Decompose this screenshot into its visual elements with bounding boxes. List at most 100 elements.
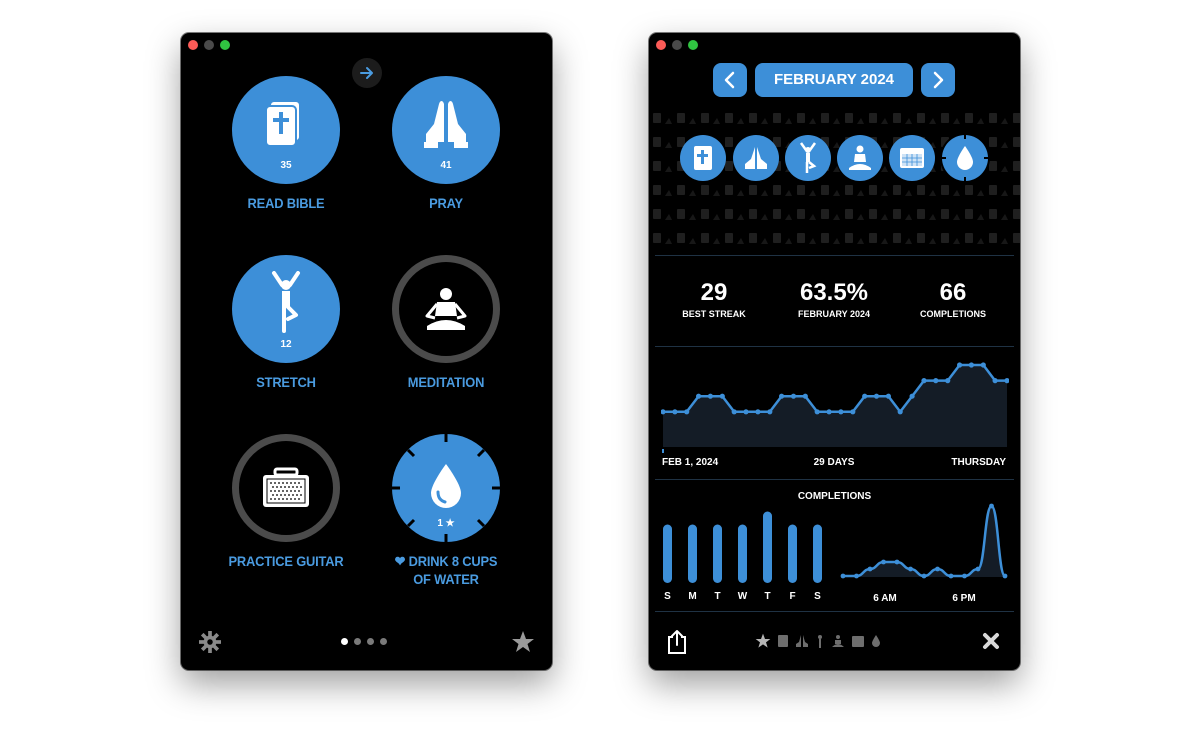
month-title: FEBRUARY 2024 xyxy=(755,63,913,97)
hourly-point xyxy=(1002,573,1008,579)
streak-point xyxy=(814,409,820,415)
streak-point xyxy=(980,362,986,368)
weekday-label: T xyxy=(714,591,721,602)
streak-point xyxy=(719,393,725,399)
filter-stretch-button[interactable] xyxy=(785,135,831,181)
hourly-point xyxy=(975,566,981,572)
divider xyxy=(655,346,1014,347)
streak-point xyxy=(767,409,773,415)
window-controls xyxy=(656,40,698,50)
yoga-pose-icon[interactable] xyxy=(815,633,825,649)
page-dot[interactable] xyxy=(380,638,387,645)
habit-label: PRACTICE GUITAR xyxy=(228,553,344,569)
habit-stretch-button[interactable]: 12 xyxy=(232,255,340,363)
star-icon[interactable] xyxy=(755,633,771,649)
habit-label: OF WATER xyxy=(413,571,479,587)
share-icon[interactable] xyxy=(666,629,688,655)
weekday-label: M xyxy=(688,591,697,602)
weekday-bar xyxy=(688,524,697,583)
page-dot-active[interactable] xyxy=(341,638,348,645)
minimize-window-button[interactable] xyxy=(672,40,682,50)
previous-month-button[interactable] xyxy=(713,63,747,97)
habit-meditation-button[interactable] xyxy=(392,255,500,363)
habit-count: 41 xyxy=(440,160,452,171)
habit-drink-water-button[interactable]: 1 ★ xyxy=(392,434,500,542)
zoom-window-button[interactable] xyxy=(220,40,230,50)
divider xyxy=(655,611,1014,612)
calendar-icon[interactable] xyxy=(851,635,865,648)
completions-title: COMPLETIONS xyxy=(797,491,872,502)
amplifier-icon xyxy=(263,467,309,507)
gear-icon[interactable] xyxy=(199,631,221,653)
streak-point xyxy=(885,393,891,399)
close-window-button[interactable] xyxy=(188,40,198,50)
streak-point xyxy=(968,362,974,368)
filter-pray-button[interactable] xyxy=(733,135,779,181)
time-label-6am: 6 AM xyxy=(873,593,897,604)
month-percent-label: FEBRUARY 2024 xyxy=(797,309,871,319)
hourly-point xyxy=(840,573,846,579)
weekday-label: S xyxy=(814,591,821,602)
close-x-icon[interactable] xyxy=(982,632,1000,650)
streak-point xyxy=(707,393,713,399)
next-month-button[interactable] xyxy=(921,63,955,97)
habit-pray-button[interactable]: 41 xyxy=(392,76,500,184)
divider xyxy=(655,479,1014,480)
filter-calendar-button[interactable] xyxy=(889,135,935,181)
filter-water-button[interactable] xyxy=(942,135,988,181)
chevron-right-icon xyxy=(933,71,944,89)
streak-point xyxy=(826,409,832,415)
streak-point xyxy=(743,409,749,415)
habit-practice-guitar-button[interactable] xyxy=(232,434,340,542)
filter-meditation-button[interactable] xyxy=(837,135,883,181)
habit-label: MEDITATION xyxy=(407,374,485,390)
weekday-bar xyxy=(788,524,797,583)
hourly-point xyxy=(867,566,873,572)
time-label-6pm: 6 PM xyxy=(952,593,976,604)
streak-point xyxy=(684,409,690,415)
praying-hands-icon[interactable] xyxy=(795,634,809,648)
meditation-icon xyxy=(849,145,871,170)
streak-start-label: FEB 1, 2024 xyxy=(662,457,719,468)
weekday-bar xyxy=(763,511,772,583)
streak-days-label: 29 DAYS xyxy=(813,457,855,468)
page-dot[interactable] xyxy=(354,638,361,645)
meditation-icon[interactable] xyxy=(831,634,845,648)
weekday-bar-chart xyxy=(663,511,822,583)
divider xyxy=(655,255,1014,256)
hourly-area-chart xyxy=(840,503,1008,579)
page-dot[interactable] xyxy=(367,638,374,645)
close-window-button[interactable] xyxy=(656,40,666,50)
window-controls xyxy=(188,40,230,50)
arrow-right-icon[interactable] xyxy=(352,58,382,88)
hourly-point xyxy=(989,503,994,509)
habit-read-bible-button[interactable]: 35 xyxy=(232,76,340,184)
habits-window: 35 READ BIBLE 41 PRAY 12 STRETCH MEDITAT… xyxy=(181,33,552,670)
yoga-pose-icon xyxy=(799,142,817,173)
hourly-line xyxy=(843,504,1007,578)
streak-point xyxy=(992,378,998,384)
water-drop-icon xyxy=(431,464,461,508)
weekday-bar xyxy=(738,524,747,583)
completions-value: 66 xyxy=(939,279,967,306)
weekday-label: W xyxy=(737,591,748,602)
zoom-window-button[interactable] xyxy=(688,40,698,50)
hourly-point xyxy=(962,573,967,579)
streak-area-fill xyxy=(663,365,1007,447)
streak-point xyxy=(897,409,903,415)
filter-bible-button[interactable] xyxy=(680,135,726,181)
hourly-point xyxy=(935,566,940,572)
star-icon[interactable] xyxy=(511,630,535,654)
streak-point xyxy=(755,409,761,415)
best-streak-value: 29 xyxy=(700,279,728,306)
minimize-window-button[interactable] xyxy=(204,40,214,50)
water-drop-icon[interactable] xyxy=(871,634,881,648)
bible-icon[interactable] xyxy=(777,634,789,648)
page-indicator[interactable] xyxy=(341,638,387,645)
habit-count: 12 xyxy=(280,339,292,350)
streak-point xyxy=(672,409,678,415)
streak-point xyxy=(957,362,963,368)
month-percent-value: 63.5% xyxy=(799,279,869,306)
habit-label: ❤ DRINK 8 CUPS xyxy=(394,553,498,569)
streak-point xyxy=(909,393,915,399)
